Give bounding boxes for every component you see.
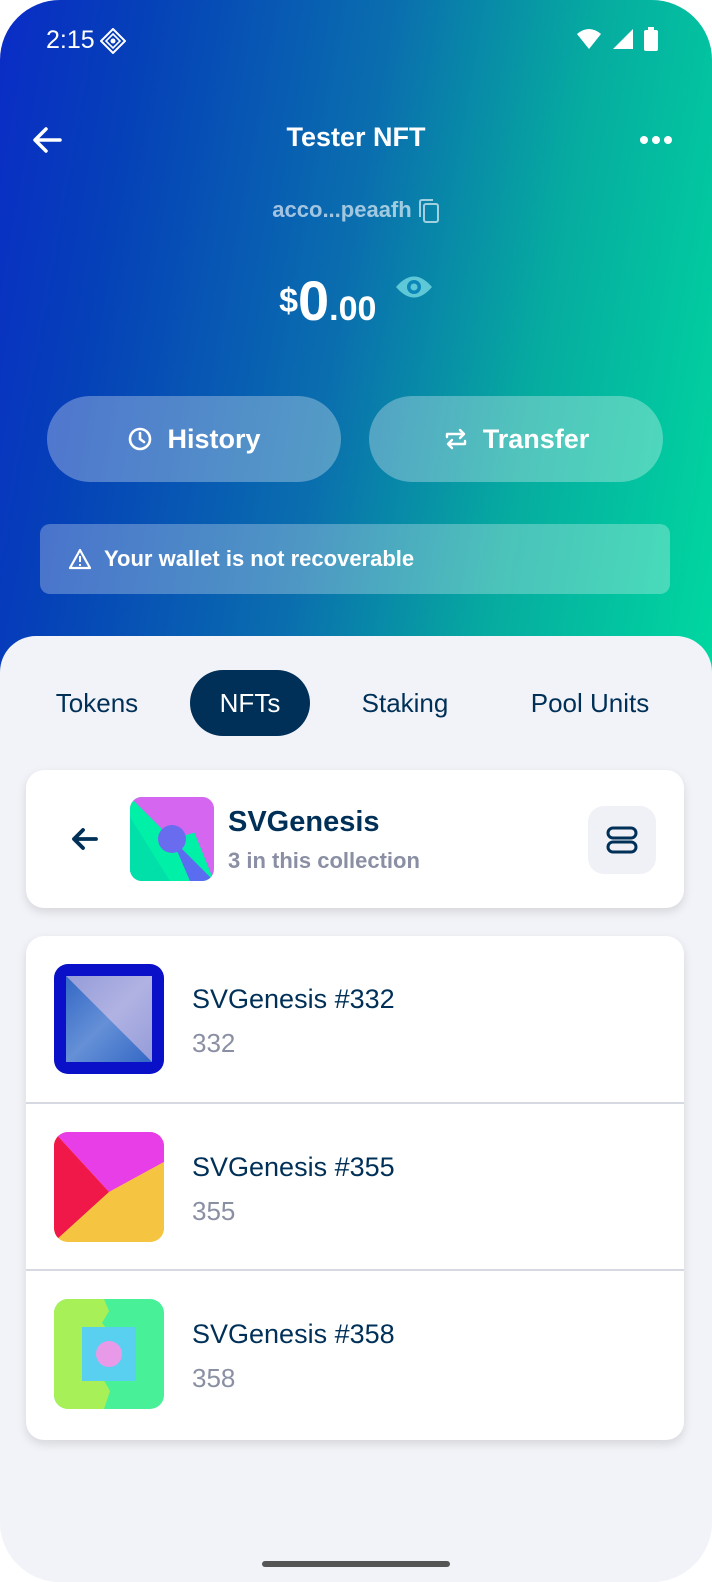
account-address[interactable]: acco...peaafh [0, 197, 712, 224]
wifi-icon [577, 29, 601, 49]
nft-list: SVGenesis #332 332 SVGenesis #355 355 SV… [26, 936, 684, 1440]
eye-icon[interactable] [395, 272, 433, 302]
more-options-icon[interactable] [636, 126, 676, 154]
collection-header-card: SVGenesis 3 in this collection [26, 770, 684, 908]
phone-screen: 2:15 Tester NFT acco...peaafh $0.00 Hist… [0, 0, 712, 1582]
recovery-warning-banner[interactable]: Your wallet is not recoverable [40, 524, 670, 594]
address-text: acco...peaafh [272, 197, 412, 222]
nft-list-item[interactable]: SVGenesis #332 332 [26, 936, 684, 1104]
warning-text: Your wallet is not recoverable [104, 546, 415, 571]
asset-tabs: Tokens NFTs Staking Pool Units [0, 670, 712, 736]
nft-id: 358 [192, 1363, 236, 1393]
collection-name: SVGenesis [228, 806, 380, 838]
list-view-icon [606, 826, 638, 854]
balance-integer: 0 [298, 269, 330, 332]
collection-back-icon[interactable] [66, 820, 104, 858]
balance-decimal: .00 [329, 290, 377, 328]
transfer-arrows-icon [445, 428, 466, 450]
nft-name: SVGenesis #355 [192, 1152, 395, 1182]
nft-name: SVGenesis #332 [192, 984, 395, 1014]
status-icons [576, 27, 658, 51]
warning-icon [68, 548, 92, 570]
collection-count: 3 in this collection [228, 848, 420, 873]
copy-icon[interactable] [418, 198, 440, 224]
home-indicator[interactable] [262, 1561, 450, 1567]
history-button[interactable]: History [47, 396, 341, 482]
tab-staking[interactable]: Staking [338, 670, 472, 736]
tab-pool-units[interactable]: Pool Units [506, 670, 674, 736]
status-time: 2:15 [46, 26, 95, 54]
tab-nfts[interactable]: NFTs [190, 670, 310, 736]
transfer-button[interactable]: Transfer [369, 396, 663, 482]
nft-thumbnail [54, 1132, 164, 1242]
nft-id: 355 [192, 1196, 236, 1226]
transfer-label: Transfer [482, 423, 590, 454]
total-balance: $0.00 [0, 268, 712, 333]
nft-thumbnail [54, 964, 164, 1074]
nft-id: 332 [192, 1028, 236, 1058]
signal-icon [613, 29, 633, 49]
nft-list-item[interactable]: SVGenesis #358 358 [26, 1269, 684, 1437]
nft-list-item[interactable]: SVGenesis #355 355 [26, 1102, 684, 1270]
history-label: History [167, 423, 261, 454]
collection-thumbnail [130, 797, 214, 881]
battery-icon [644, 27, 658, 51]
balance-currency: $ [279, 282, 299, 320]
nft-name: SVGenesis #358 [192, 1319, 395, 1349]
tab-tokens[interactable]: Tokens [30, 670, 164, 736]
notification-icon [100, 28, 126, 54]
view-toggle-button[interactable] [588, 806, 656, 874]
clock-icon [129, 427, 152, 451]
nft-thumbnail [54, 1299, 164, 1409]
page-title: Tester NFT [286, 122, 426, 152]
